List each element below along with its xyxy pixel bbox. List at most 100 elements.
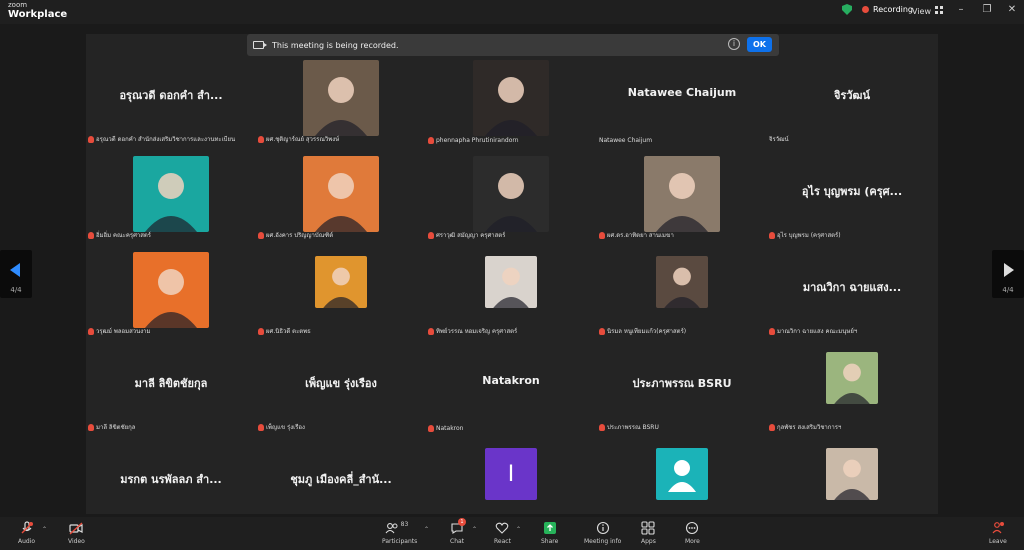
participant-tile[interactable]: กุลพัชร สงเสริมวิชาการฯ	[767, 338, 937, 434]
participant-name-tag: อรุณวดี ดอกคำ สำนักส่งเสริมวิชาการและงาน…	[88, 134, 235, 144]
video-button[interactable]: Video	[68, 521, 85, 545]
person-video-icon	[485, 77, 537, 136]
ok-button[interactable]: OK	[747, 37, 772, 52]
close-button[interactable]: ✕	[1003, 4, 1021, 15]
apps-icon	[641, 521, 655, 535]
participant-tile[interactable]: มรกต นรพัลลภ สำ...มรกต นรพัลลภ สำนักส่งเ…	[86, 434, 256, 530]
participant-tile[interactable]: เพ็ญแข รุ่งเรือง เพ็ญแข รุ่งเรือง	[256, 338, 426, 434]
grid-icon	[934, 6, 943, 16]
chat-button[interactable]: 1 Chat	[450, 518, 467, 545]
participant-display-name: มาลี ลิขิตชัยกุล	[134, 377, 208, 390]
previous-page-button[interactable]: 4/4	[0, 250, 32, 298]
next-page-button[interactable]: 4/4	[992, 250, 1024, 298]
participant-tag-label: อรุณวดี ดอกคำ สำนักส่งเสริมวิชาการและงาน…	[96, 136, 236, 143]
participant-tile[interactable]: อรุณวดี ดอกคำ สำ... อรุณวดี ดอกคำ สำนักส่…	[86, 50, 256, 146]
participant-tile[interactable]: ผศ.ชุติญาร์ณย์ สุวรรณวิพงษ์	[256, 50, 426, 146]
participant-display-name: Natakron	[482, 374, 540, 387]
participants-label: Participants	[382, 538, 418, 545]
recording-indicator[interactable]: Recording	[842, 4, 913, 15]
meeting-info-label: Meeting info	[584, 538, 622, 545]
participant-tile[interactable]: ทิพย์วรรณ หอมเจริญ ครุศาสตร์	[426, 242, 596, 338]
participant-tile[interactable]: phennapha Phrutinirandorn	[426, 50, 596, 146]
participant-name-tag: ประภาพรรณ BSRU	[599, 422, 659, 432]
participant-tile[interactable]: ผศ.นิธิวดี ตะตพธ	[256, 242, 426, 338]
person-video-icon	[315, 77, 367, 136]
participants-options-chevron-icon[interactable]: ⌃	[424, 526, 429, 533]
video-label: Video	[68, 538, 85, 545]
participant-tile[interactable]: ภวีนรัน ฝั่งจรรจรัส(ปวิสุดาธรรม)	[597, 434, 767, 530]
person-video-icon	[834, 363, 870, 404]
restore-button[interactable]: ❐	[978, 4, 996, 15]
participant-tile[interactable]: ผศ.อังคาร ปริญญาบัณฑิต์	[256, 146, 426, 242]
audio-button[interactable]: Audio	[18, 521, 35, 545]
participant-video	[303, 60, 379, 136]
participant-tile[interactable]: Natawee Chaijum Natawee Chaijum	[597, 50, 767, 146]
muted-mic-icon	[769, 327, 775, 335]
participant-tile[interactable]: วรุฒม์ พลอมสวนงาม	[86, 242, 256, 338]
participant-tile[interactable]: Iอิศริยา คอปธรนาม สำนักวิทยบริการฯ	[426, 434, 596, 530]
person-video-icon	[493, 267, 529, 308]
view-button[interactable]: View	[912, 6, 943, 16]
participant-tile[interactable]: จิรวัฒน์ จิรวัฒน์	[767, 50, 937, 146]
participant-tile[interactable]: อิ่มอิ่ม คณะครุศาสตร์	[86, 146, 256, 242]
participant-tile[interactable]: ศราวุฒิ สมัญญา ครุศาสตร์	[426, 146, 596, 242]
participant-video	[303, 156, 379, 232]
recording-notice-text: This meeting is being recorded.	[272, 40, 399, 50]
recording-label: Recording	[873, 5, 914, 14]
participant-display-name: อุไร บุญพรม (ครุศ...	[801, 185, 903, 198]
participant-tag-label: นิรมล หนูเทียมแก้ว(ครุศาสตร์)	[607, 328, 687, 335]
chat-badge: 1	[458, 518, 467, 526]
participant-display-name: เพ็ญแข รุ่งเรือง	[305, 377, 377, 390]
muted-mic-icon	[428, 137, 434, 144]
page-indicator-right: 4/4	[1002, 286, 1014, 294]
shield-icon	[842, 4, 852, 15]
leave-button[interactable]: Leave	[989, 521, 1007, 545]
audio-options-chevron-icon[interactable]: ⌃	[42, 526, 47, 533]
react-options-chevron-icon[interactable]: ⌃	[516, 526, 521, 533]
participant-tile[interactable]: ประภาพรรณ BSRU ประภาพรรณ BSRU	[597, 338, 767, 434]
default-avatar	[656, 448, 708, 500]
participant-video	[133, 252, 209, 328]
participant-tag-label: phennapha Phrutinirandorn	[436, 137, 519, 144]
participant-name-tag: ทิพย์วรรณ หอมเจริญ ครุศาสตร์	[428, 326, 517, 336]
participant-name-tag: กุลพัชร สงเสริมวิชาการฯ	[769, 422, 841, 432]
participant-name-tag: ผศ.อังคาร ปริญญาบัณฑิต์	[258, 230, 333, 240]
participant-name-tag: วรุฒม์ พลอมสวนงาม	[88, 326, 150, 336]
participant-tag-label: ผศ.ดร.อาทิตยา สานเมฆา	[607, 232, 674, 239]
info-icon[interactable]: i	[728, 38, 740, 50]
participants-button[interactable]: 83 Participants	[382, 521, 417, 545]
participant-tile[interactable]: มาลี ลิขิตชัยกุล มาลี ลิขิตชัยกุล	[86, 338, 256, 434]
participant-video	[826, 352, 878, 404]
more-button[interactable]: More	[685, 521, 700, 545]
person-video-icon	[323, 267, 359, 308]
meeting-info-button[interactable]: Meeting info	[584, 521, 621, 545]
participant-tile[interactable]: อุไร บุญพรม (ครุศ... อุไร บุญพรม (ครุศาสต…	[767, 146, 937, 242]
person-video-icon	[656, 173, 708, 232]
participant-tag-label: มาลี ลิขิตชัยกุล	[96, 424, 136, 431]
participant-tag-label: เพ็ญแข รุ่งเรือง	[266, 424, 305, 431]
muted-mic-icon	[769, 231, 775, 239]
participant-tile[interactable]: นิรมล หนูเทียมแก้ว(ครุศาสตร์)	[597, 242, 767, 338]
participant-tile[interactable]: มาณวิกา ฉายแสง... มาณวิกา ฉายแสง คณะมนุษย…	[767, 242, 937, 338]
participants-count: 83	[400, 521, 409, 528]
muted-mic-icon	[428, 425, 434, 432]
participant-display-name: Natawee Chaijum	[627, 86, 737, 99]
participant-tag-label: อุไร บุญพรม (ครุศาสตร์)	[777, 232, 841, 239]
participant-tag-label: มาณวิกา ฉายแสง คณะมนุษย์ฯ	[777, 328, 858, 335]
participant-display-name: อรุณวดี ดอกคำ สำ...	[119, 89, 223, 102]
chat-options-chevron-icon[interactable]: ⌃	[472, 526, 477, 533]
muted-mic-icon	[88, 423, 94, 431]
participant-video	[315, 256, 367, 308]
participant-tile[interactable]: ผศ.ดร.อาทิตยา สานเมฆา	[597, 146, 767, 242]
participant-tile[interactable]: Natakron Natakron	[426, 338, 596, 434]
react-button[interactable]: React	[494, 521, 511, 545]
minimize-button[interactable]: –	[952, 4, 970, 15]
participant-video	[656, 256, 708, 308]
participant-tile[interactable]: ชุมภู เมืองคลี่_สำนั...ชุมภู เมืองคลี่_ส…	[256, 434, 426, 530]
participant-tile[interactable]: อรพินท์ มงคลคล่า	[767, 434, 937, 530]
muted-mic-icon	[599, 327, 605, 335]
participant-display-name: มรกต นรพัลลภ สำ...	[120, 473, 222, 486]
apps-button[interactable]: Apps	[641, 521, 656, 545]
share-button[interactable]: Share	[541, 521, 558, 545]
share-screen-icon	[543, 521, 557, 535]
